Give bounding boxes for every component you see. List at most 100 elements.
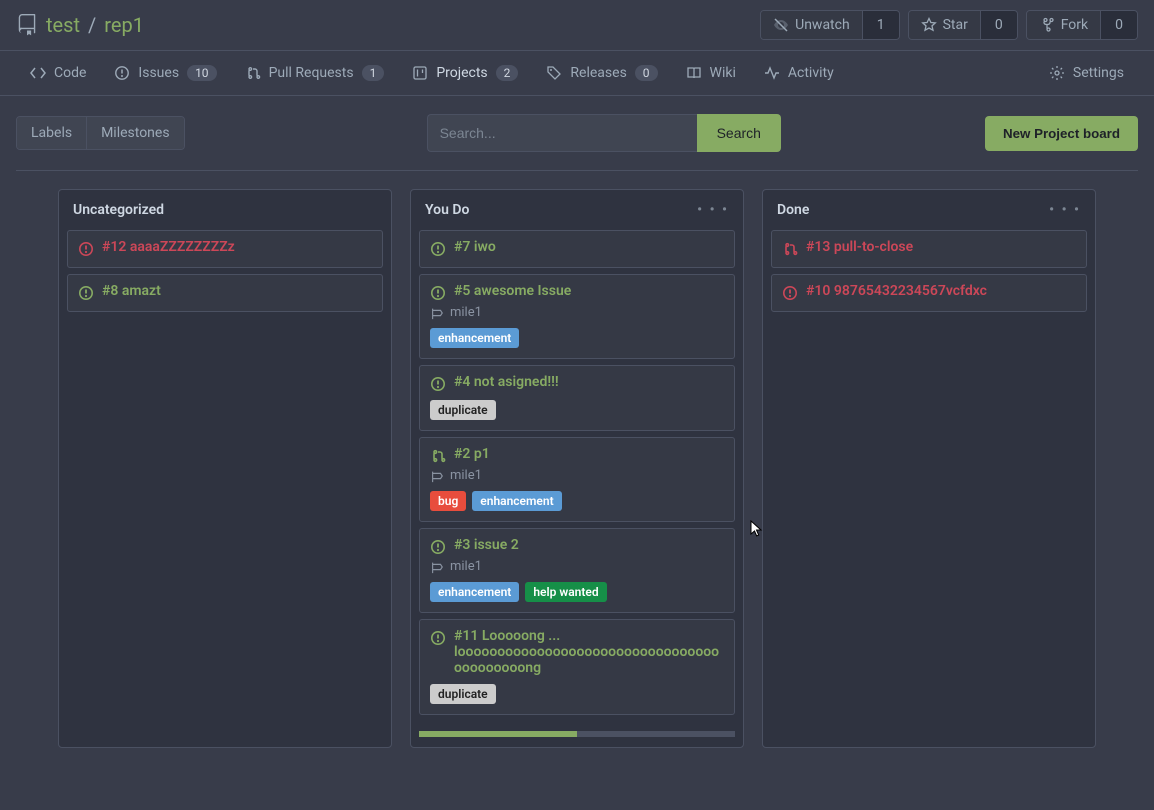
issues-count-badge: 10 [187, 65, 217, 81]
search-input[interactable] [427, 114, 697, 152]
column-body: #13 pull-to-close #10 98765432234567vcfdx… [763, 230, 1095, 322]
column-progress [419, 731, 735, 737]
column-title: Uncategorized [73, 202, 164, 218]
issue-title: #10 98765432234567vcfdxc [806, 283, 987, 299]
new-project-board-button[interactable]: New Project board [985, 116, 1138, 151]
star-button[interactable]: Star 0 [908, 10, 1018, 40]
issue-card[interactable]: #8 amazt [67, 274, 383, 312]
issue-card[interactable]: #2 p1mile1bugenhancement [419, 437, 735, 522]
labels: enhancement help wanted [430, 582, 724, 602]
owner-link[interactable]: test [46, 13, 80, 37]
code-icon [30, 65, 46, 81]
tab-activity-label: Activity [788, 65, 834, 81]
milestone-name: mile1 [450, 305, 482, 320]
fork-count[interactable]: 0 [1100, 11, 1137, 39]
project-toolbar: Labels Milestones Search New Project boa… [0, 96, 1154, 170]
labels-button[interactable]: Labels [17, 117, 86, 149]
milestone[interactable]: mile1 [430, 559, 724, 574]
tab-wiki-label: Wiki [710, 65, 736, 81]
milestone-name: mile1 [450, 468, 482, 483]
issue-status-icon [78, 285, 94, 301]
tab-activity[interactable]: Activity [750, 51, 848, 95]
progress-done [419, 731, 577, 737]
tab-wiki[interactable]: Wiki [672, 51, 750, 95]
issue-status-icon [430, 448, 446, 464]
issue-title: #3 issue 2 [454, 537, 519, 553]
issue-card[interactable]: #12 aaaaZZZZZZZZz [67, 230, 383, 268]
tab-settings-label: Settings [1073, 65, 1124, 81]
issue-card[interactable]: #3 issue 2 mile1 enhancement help wanted [419, 528, 735, 613]
label[interactable]: duplicate [430, 684, 496, 704]
repo-icon [16, 13, 38, 37]
milestone-icon [430, 306, 444, 320]
issue-status-icon [430, 630, 446, 646]
tab-pulls-label: Pull Requests [269, 65, 354, 81]
issue-card[interactable]: #10 98765432234567vcfdxc [771, 274, 1087, 312]
issue-card[interactable]: #11 Looooong ... loooooooooooooooooooooo… [419, 619, 735, 715]
milestones-button[interactable]: Milestones [86, 117, 184, 149]
milestone-icon [430, 469, 444, 483]
column-menu-icon[interactable]: • • • [697, 202, 729, 218]
column-body: #12 aaaaZZZZZZZZz #8 amazt [59, 230, 391, 322]
search-button[interactable]: Search [697, 114, 781, 152]
pull-request-icon [245, 65, 261, 81]
label[interactable]: enhancement [430, 328, 519, 348]
watch-count[interactable]: 1 [862, 11, 899, 39]
column-title: You Do [425, 202, 469, 218]
issue-icon [114, 65, 130, 81]
labels: duplicate [430, 400, 724, 420]
issue-card[interactable]: #4 not asigned!!!duplicate [419, 365, 735, 431]
board-column: You Do • • • #7 iwo #5 awesome Issue mile1 en… [410, 189, 744, 748]
column-header: Done • • • [763, 190, 1095, 230]
tab-issues[interactable]: Issues 10 [100, 51, 230, 95]
project-icon [412, 65, 428, 81]
issue-title: #8 amazt [102, 283, 161, 299]
header-actions: Unwatch 1 Star 0 Fork 0 [760, 10, 1138, 40]
issue-status-icon [430, 241, 446, 257]
label[interactable]: duplicate [430, 400, 496, 420]
tab-pulls[interactable]: Pull Requests 1 [231, 51, 399, 95]
column-header: Uncategorized [59, 190, 391, 230]
project-boards: Uncategorized #12 aaaaZZZZZZZZz #8 amazt Yo… [0, 171, 1154, 766]
milestone-icon [430, 560, 444, 574]
label[interactable]: enhancement [472, 491, 561, 511]
issue-title: #12 aaaaZZZZZZZZz [102, 239, 235, 255]
labels: duplicate [430, 684, 724, 704]
issue-card[interactable]: #7 iwo [419, 230, 735, 268]
unwatch-button[interactable]: Unwatch 1 [760, 10, 899, 40]
progress-rest [577, 731, 735, 737]
issue-card[interactable]: #5 awesome Issue mile1 enhancement [419, 274, 735, 359]
labels: bug enhancement [430, 491, 724, 511]
gear-icon [1049, 65, 1065, 81]
book-icon [686, 65, 702, 81]
issue-title: #5 awesome Issue [454, 283, 571, 299]
issue-card[interactable]: #13 pull-to-close [771, 230, 1087, 268]
projects-count-badge: 2 [496, 65, 519, 81]
tab-releases[interactable]: Releases 0 [532, 51, 671, 95]
fork-button[interactable]: Fork 0 [1026, 10, 1138, 40]
board-column: Uncategorized #12 aaaaZZZZZZZZz #8 amazt [58, 189, 392, 748]
milestone[interactable]: mile1 [430, 305, 724, 320]
tab-settings[interactable]: Settings [1035, 51, 1138, 95]
activity-icon [764, 65, 780, 81]
label[interactable]: bug [430, 491, 466, 511]
label[interactable]: help wanted [525, 582, 606, 602]
issue-title: #13 pull-to-close [806, 239, 913, 255]
labels-milestones-group: Labels Milestones [16, 116, 185, 150]
label[interactable]: enhancement [430, 582, 519, 602]
issue-title: #11 Looooong ... loooooooooooooooooooooo… [454, 628, 724, 676]
breadcrumb-separator: / [88, 13, 96, 37]
issue-status-icon [78, 241, 94, 257]
tab-projects[interactable]: Projects 2 [398, 51, 532, 95]
tab-code[interactable]: Code [16, 51, 100, 95]
repo-title: test / rep1 [16, 13, 144, 37]
column-title: Done [777, 202, 809, 218]
repo-header: test / rep1 Unwatch 1 Star 0 [0, 0, 1154, 51]
pulls-count-badge: 1 [362, 65, 385, 81]
star-count[interactable]: 0 [980, 11, 1017, 39]
milestone[interactable]: mile1 [430, 468, 724, 483]
column-menu-icon[interactable]: • • • [1049, 202, 1081, 218]
repo-link[interactable]: rep1 [104, 13, 144, 37]
column-body: #7 iwo #5 awesome Issue mile1 enhancement #4… [411, 230, 743, 725]
issue-status-icon [782, 285, 798, 301]
